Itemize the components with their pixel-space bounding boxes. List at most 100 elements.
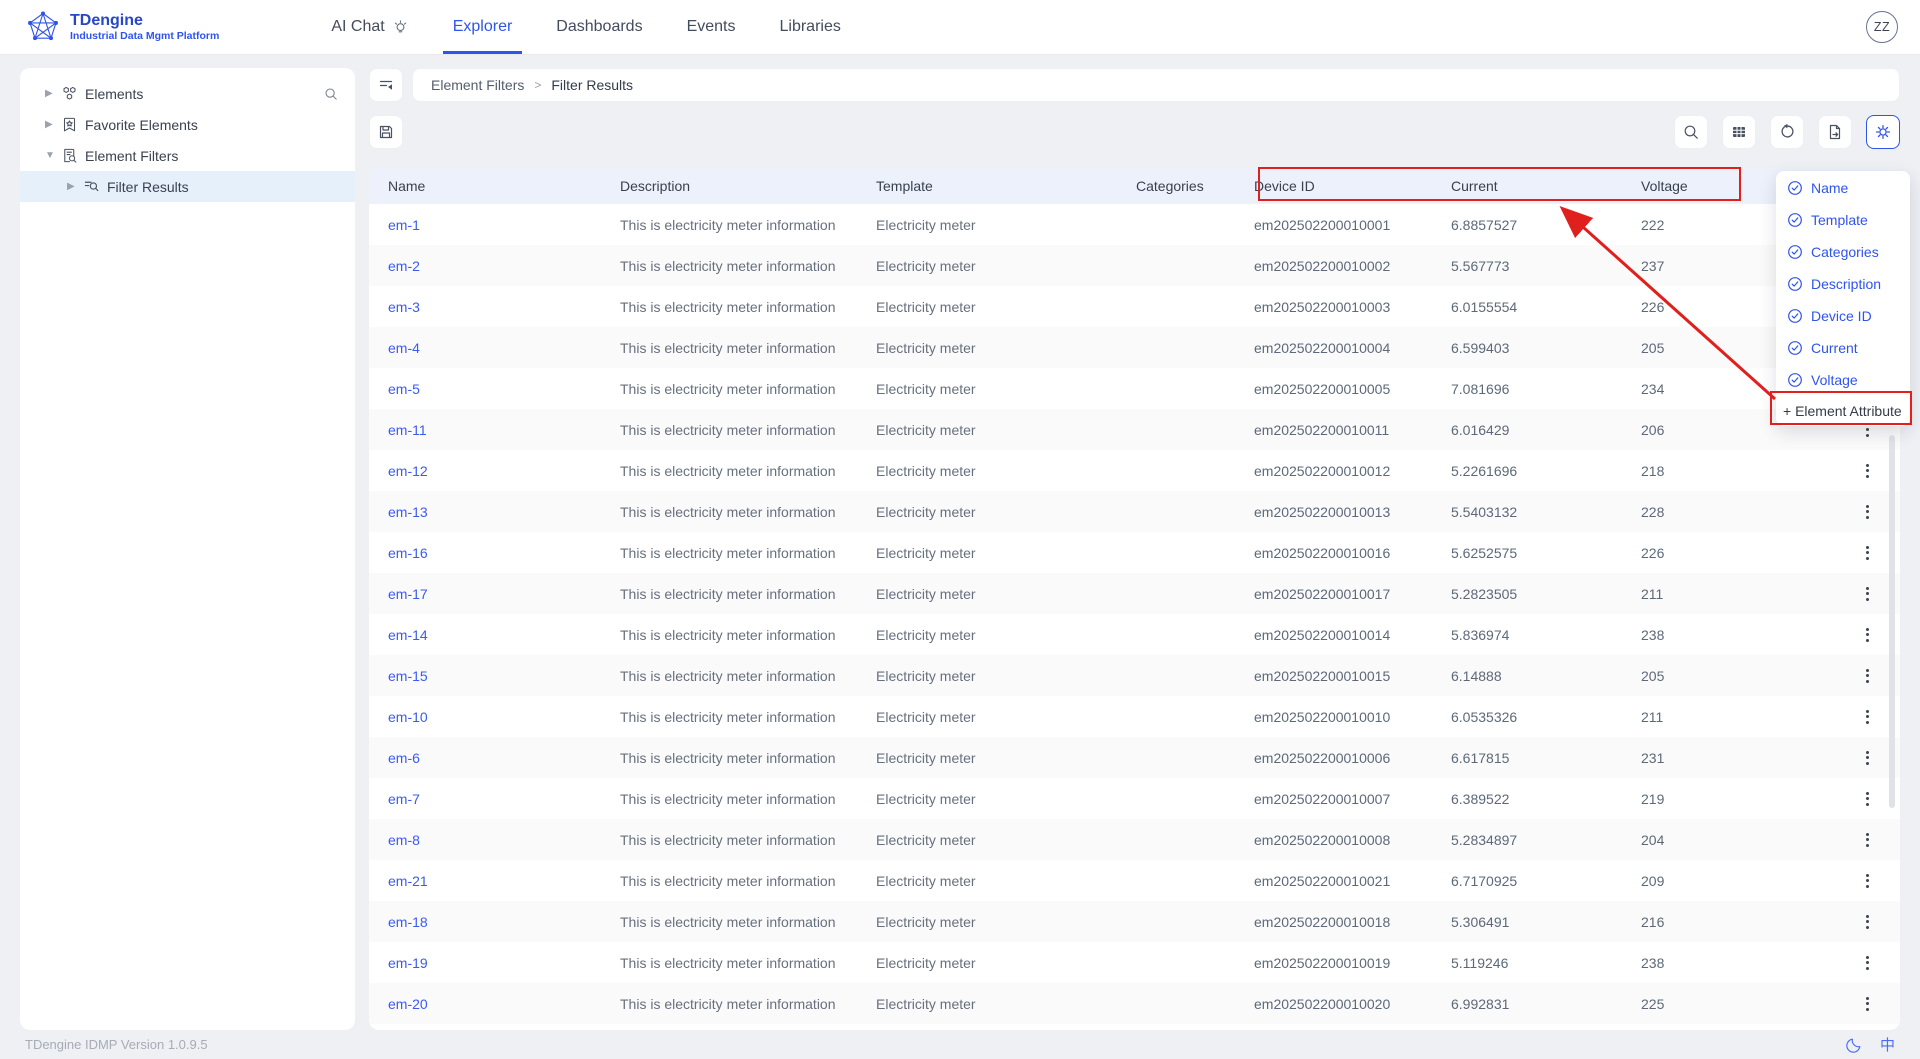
caret-right-icon[interactable]: ▶ xyxy=(45,88,61,99)
column-menu-item-voltage[interactable]: Voltage xyxy=(1776,364,1910,396)
row-actions-button[interactable] xyxy=(1860,913,1874,931)
column-menu-item-current[interactable]: Current xyxy=(1776,332,1910,364)
column-menu-item-device-id[interactable]: Device ID xyxy=(1776,300,1910,332)
caret-right-icon[interactable]: ▶ xyxy=(45,119,61,130)
cell-device-id: em202502200010014 xyxy=(1254,627,1451,643)
nav-tab-explorer[interactable]: Explorer xyxy=(453,0,513,54)
toolbar-right xyxy=(1674,115,1900,149)
cell-name[interactable]: em-14 xyxy=(369,627,620,643)
app-window: TDengine Industrial Data Mgmt Platform A… xyxy=(0,0,1920,1059)
table-row: em-16This is electricity meter informati… xyxy=(369,532,1900,573)
cell-name[interactable]: em-1 xyxy=(369,217,620,233)
user-avatar[interactable]: ZZ xyxy=(1866,11,1898,43)
caret-down-icon[interactable]: ▼ xyxy=(45,150,61,161)
breadcrumb-parent[interactable]: Element Filters xyxy=(431,77,524,93)
sidebar-search-icon[interactable] xyxy=(323,86,339,102)
column-header-description[interactable]: Description xyxy=(620,178,876,194)
column-menu-item-template[interactable]: Template xyxy=(1776,204,1910,236)
cell-voltage: 205 xyxy=(1641,668,1761,684)
cell-name[interactable]: em-18 xyxy=(369,914,620,930)
main-nav: AI Chat Explorer Dashboards Events Libra… xyxy=(331,0,841,54)
column-header-current[interactable]: Current xyxy=(1451,178,1641,194)
cell-name[interactable]: em-12 xyxy=(369,463,620,479)
cell-name[interactable]: em-11 xyxy=(369,422,620,438)
search-button[interactable] xyxy=(1674,115,1708,149)
table-scrollbar[interactable] xyxy=(1889,435,1895,808)
language-icon[interactable]: 中 xyxy=(1880,1034,1895,1055)
nav-tab-libraries[interactable]: Libraries xyxy=(780,0,841,54)
cell-description: This is electricity meter information xyxy=(620,381,876,397)
column-header-voltage[interactable]: Voltage xyxy=(1641,178,1761,194)
cell-name[interactable]: em-16 xyxy=(369,545,620,561)
refresh-button[interactable] xyxy=(1770,115,1804,149)
column-header-device-id[interactable]: Device ID xyxy=(1254,178,1451,194)
nav-tab-ai-chat[interactable]: AI Chat xyxy=(331,0,408,54)
cell-name[interactable]: em-20 xyxy=(369,996,620,1012)
nav-tab-dashboards[interactable]: Dashboards xyxy=(556,0,642,54)
table-view-button[interactable] xyxy=(1722,115,1756,149)
cell-template: Electricity meter xyxy=(876,381,1136,397)
sidebar-item-filter-results[interactable]: ▶ Filter Results xyxy=(20,171,355,202)
column-menu-item-categories[interactable]: Categories xyxy=(1776,236,1910,268)
cell-name[interactable]: em-13 xyxy=(369,504,620,520)
row-actions-button[interactable] xyxy=(1860,954,1874,972)
row-actions-button[interactable] xyxy=(1860,708,1874,726)
cell-name[interactable]: em-5 xyxy=(369,381,620,397)
add-element-attribute-button[interactable]: + Element Attribute xyxy=(1776,396,1910,426)
export-button[interactable] xyxy=(1818,115,1852,149)
row-actions-button[interactable] xyxy=(1860,585,1874,603)
breadcrumb-current: Filter Results xyxy=(551,77,633,93)
column-header-template[interactable]: Template xyxy=(876,178,1136,194)
column-settings-button[interactable] xyxy=(1866,115,1900,149)
row-actions-button[interactable] xyxy=(1860,749,1874,767)
cell-name[interactable]: em-6 xyxy=(369,750,620,766)
column-menu-item-name[interactable]: Name xyxy=(1776,172,1910,204)
cell-name[interactable]: em-2 xyxy=(369,258,620,274)
cell-name[interactable]: em-3 xyxy=(369,299,620,315)
sidebar-item-favorite-elements[interactable]: ▶ Favorite Elements xyxy=(20,109,355,140)
row-actions-button[interactable] xyxy=(1860,462,1874,480)
row-actions-button[interactable] xyxy=(1860,544,1874,562)
cell-voltage: 219 xyxy=(1641,791,1761,807)
row-actions-button[interactable] xyxy=(1860,995,1874,1013)
row-actions-button[interactable] xyxy=(1860,503,1874,521)
cell-current: 5.306491 xyxy=(1451,914,1641,930)
collapse-sidebar-button[interactable] xyxy=(369,68,403,102)
cell-device-id: em202502200010005 xyxy=(1254,381,1451,397)
save-view-button[interactable] xyxy=(369,115,403,149)
table-row: em-11This is electricity meter informati… xyxy=(369,409,1900,450)
cell-template: Electricity meter xyxy=(876,258,1136,274)
sidebar-item-label: Favorite Elements xyxy=(85,117,198,133)
cell-name[interactable]: em-21 xyxy=(369,873,620,889)
cell-actions xyxy=(1761,749,1900,767)
row-actions-button[interactable] xyxy=(1860,831,1874,849)
toolbar xyxy=(369,115,1900,149)
column-header-name[interactable]: Name xyxy=(369,178,620,194)
cell-name[interactable]: em-10 xyxy=(369,709,620,725)
row-actions-button[interactable] xyxy=(1860,872,1874,890)
cell-name[interactable]: em-19 xyxy=(369,955,620,971)
cell-current: 6.0535326 xyxy=(1451,709,1641,725)
cell-description: This is electricity meter information xyxy=(620,422,876,438)
moon-icon[interactable] xyxy=(1846,1036,1863,1053)
row-actions-button[interactable] xyxy=(1860,790,1874,808)
cell-name[interactable]: em-17 xyxy=(369,586,620,602)
cell-name[interactable]: em-8 xyxy=(369,832,620,848)
cell-name[interactable]: em-7 xyxy=(369,791,620,807)
column-menu-label: Device ID xyxy=(1811,308,1872,324)
chevron-right-icon: > xyxy=(534,78,541,92)
row-actions-button[interactable] xyxy=(1860,667,1874,685)
caret-right-icon[interactable]: ▶ xyxy=(67,181,83,192)
column-header-categories[interactable]: Categories xyxy=(1136,178,1254,194)
cell-current: 7.081696 xyxy=(1451,381,1641,397)
cell-name[interactable]: em-15 xyxy=(369,668,620,684)
cell-name[interactable]: em-4 xyxy=(369,340,620,356)
row-actions-button[interactable] xyxy=(1860,626,1874,644)
sidebar-item-elements[interactable]: ▶ Elements xyxy=(20,78,355,109)
cell-description: This is electricity meter information xyxy=(620,914,876,930)
nav-tab-events[interactable]: Events xyxy=(687,0,736,54)
export-icon xyxy=(1826,123,1844,141)
sidebar-item-element-filters[interactable]: ▼ Element Filters xyxy=(20,140,355,171)
column-menu-item-description[interactable]: Description xyxy=(1776,268,1910,300)
cell-template: Electricity meter xyxy=(876,586,1136,602)
